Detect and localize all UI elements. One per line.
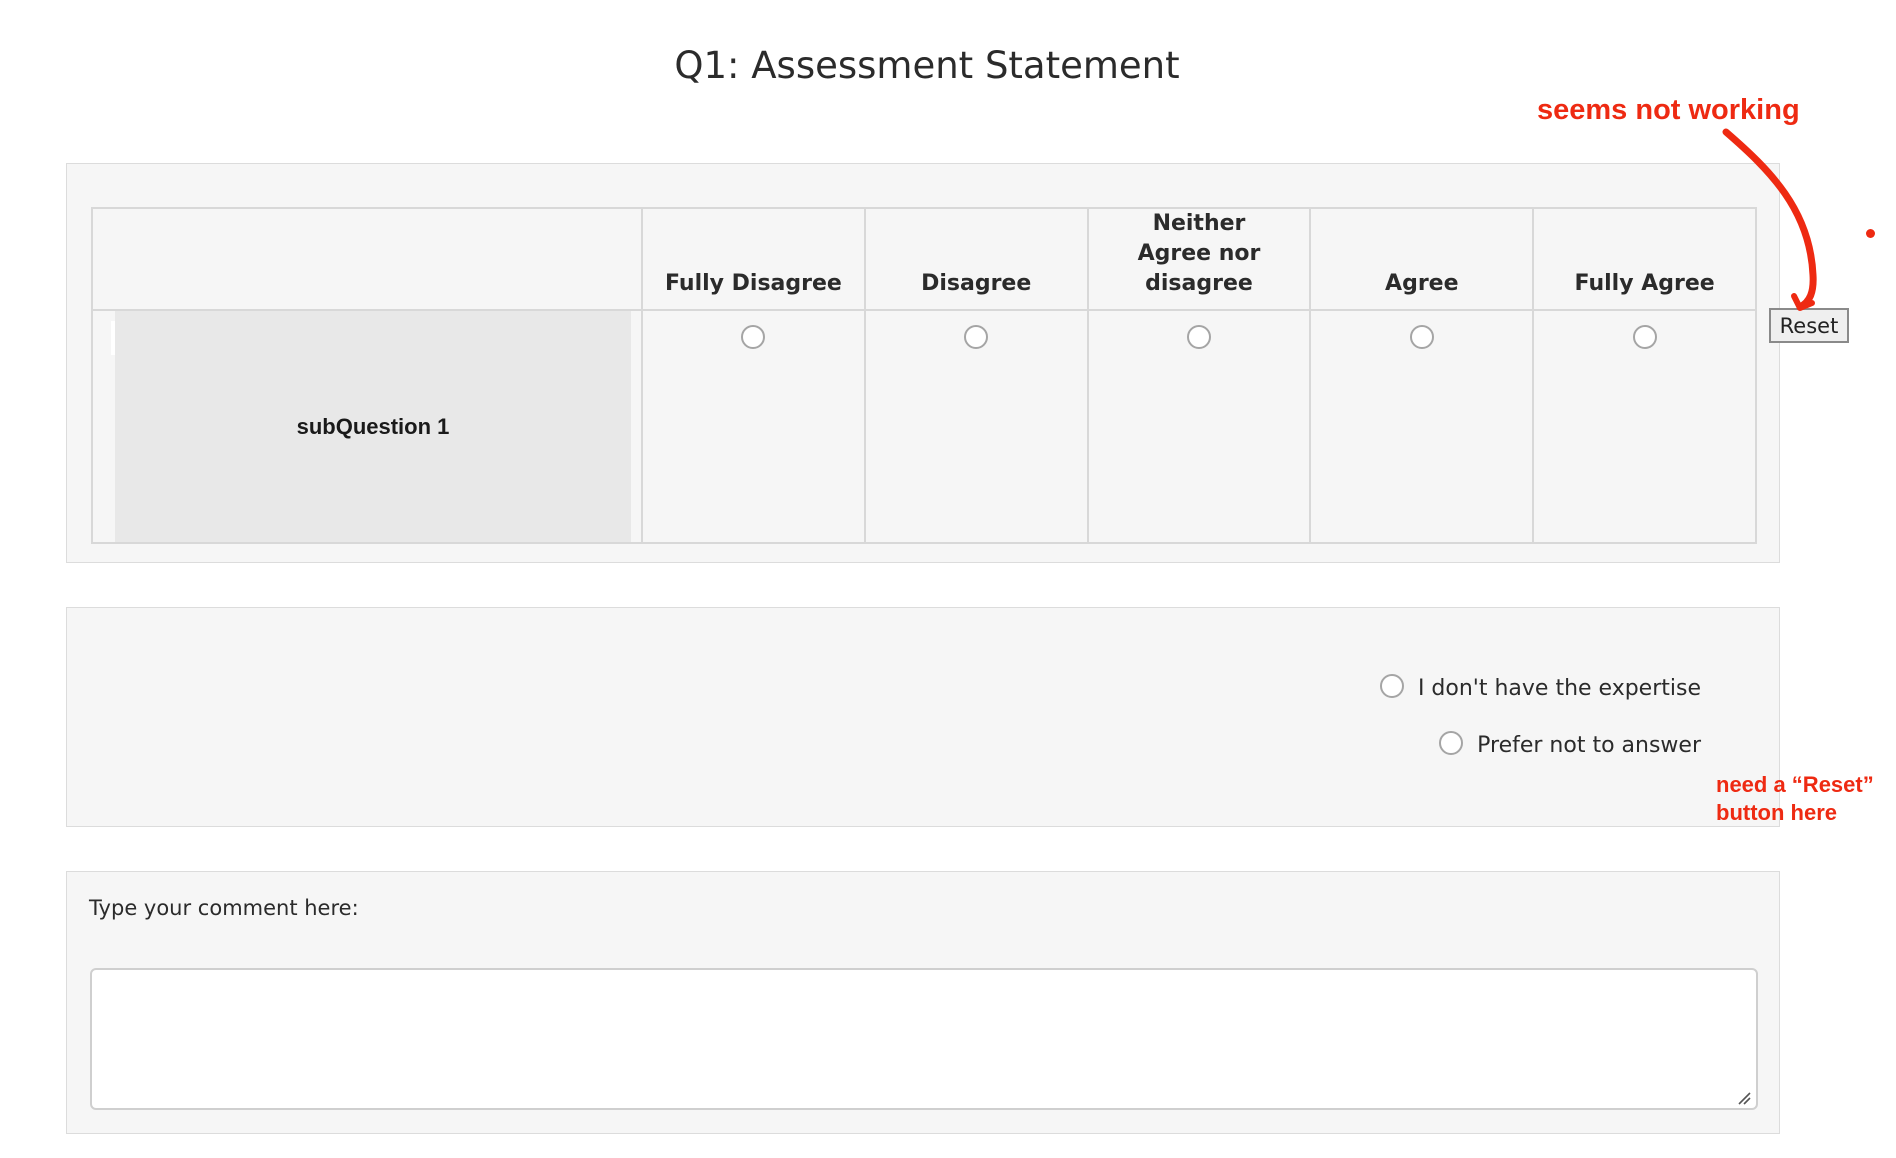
radio-disagree[interactable] (964, 325, 989, 349)
table-row: subQuestion 1 (91, 309, 1757, 544)
annotation-missing-reset: need a “Reset” button here (1716, 771, 1874, 827)
annotation-arrow-icon (1722, 128, 1817, 311)
matrix-header-row: Fully Disagree Disagree Neither Agree no… (91, 207, 1757, 311)
page-title: Q1: Assessment Statement (674, 44, 1180, 87)
comment-textarea[interactable] (90, 968, 1758, 1110)
survey-page: Q1: Assessment Statement Fully Disagree … (0, 0, 1896, 1158)
column-header-disagree: Disagree (863, 207, 1089, 311)
option-no-expertise[interactable]: I don't have the expertise (1379, 673, 1701, 701)
matrix-question-panel: Fully Disagree Disagree Neither Agree no… (66, 163, 1780, 563)
extra-options-panel: I don't have the expertise Prefer not to… (66, 607, 1780, 827)
likert-matrix: Fully Disagree Disagree Neither Agree no… (91, 207, 1757, 544)
subquestion-label: subQuestion 1 (115, 311, 631, 542)
column-header-neither: Neither Agree nor disagree (1086, 207, 1312, 311)
radio-neither[interactable] (1186, 325, 1211, 349)
annotation-missing-reset-line2: button here (1716, 800, 1837, 825)
resize-grip-icon[interactable] (1737, 1091, 1751, 1105)
option-no-expertise-label: I don't have the expertise (1417, 676, 1701, 701)
radio-fully-disagree[interactable] (741, 325, 766, 349)
column-header-fully-disagree: Fully Disagree (641, 207, 866, 311)
answer-cell-fully-disagree[interactable] (641, 309, 866, 544)
answer-cell-disagree[interactable] (863, 309, 1089, 544)
answer-cell-fully-agree[interactable] (1532, 309, 1757, 544)
radio-prefer-not-answer[interactable] (1439, 730, 1464, 755)
option-prefer-not-answer[interactable]: Prefer not to answer (1439, 730, 1701, 758)
annotation-missing-reset-line1: need a “Reset” (1716, 772, 1874, 797)
answer-cell-agree[interactable] (1309, 309, 1535, 544)
answer-cell-neither[interactable] (1086, 309, 1312, 544)
matrix-corner-cell (91, 207, 643, 311)
radio-no-expertise[interactable] (1379, 673, 1404, 698)
option-prefer-not-answer-label: Prefer not to answer (1477, 733, 1701, 758)
subquestion-cell: subQuestion 1 (91, 309, 643, 544)
comment-panel: Type your comment here: (66, 871, 1780, 1134)
radio-fully-agree[interactable] (1632, 325, 1657, 349)
comment-label: Type your comment here: (89, 896, 359, 920)
annotation-dot (1866, 229, 1875, 238)
radio-agree[interactable] (1409, 325, 1434, 349)
column-header-agree: Agree (1309, 207, 1535, 311)
column-header-neither-label: Neither Agree nor disagree (1137, 211, 1261, 296)
